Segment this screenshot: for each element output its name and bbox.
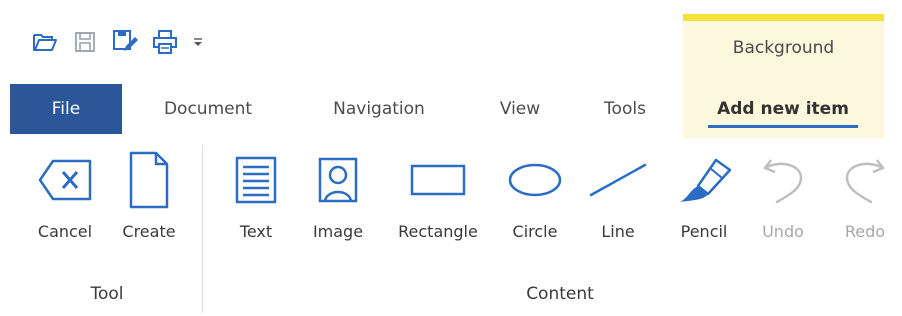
save-as-icon[interactable] bbox=[110, 27, 140, 57]
rectangle-icon bbox=[410, 150, 466, 210]
contextual-accent-bar bbox=[683, 14, 884, 21]
circle-label: Circle bbox=[512, 222, 558, 241]
save-icon[interactable] bbox=[70, 27, 100, 57]
new-document-icon bbox=[128, 150, 170, 210]
image-button[interactable]: Image bbox=[304, 150, 372, 250]
rectangle-label: Rectangle bbox=[398, 222, 478, 241]
create-button[interactable]: Create bbox=[114, 150, 184, 250]
tab-navigation[interactable]: Navigation bbox=[316, 84, 442, 134]
open-folder-icon[interactable] bbox=[30, 27, 60, 57]
tab-file[interactable]: File bbox=[10, 84, 122, 134]
circle-button[interactable]: Circle bbox=[502, 150, 568, 250]
tab-view[interactable]: View bbox=[488, 84, 552, 134]
group-label-tool: Tool bbox=[90, 284, 124, 304]
brush-icon bbox=[674, 150, 734, 210]
undo-label: Undo bbox=[762, 222, 804, 241]
image-icon bbox=[318, 150, 358, 210]
backspace-icon bbox=[37, 150, 93, 210]
pencil-button[interactable]: Pencil bbox=[664, 150, 744, 250]
active-tab-underline bbox=[708, 125, 858, 128]
tab-document[interactable]: Document bbox=[148, 84, 268, 134]
text-label: Text bbox=[239, 222, 273, 241]
line-label: Line bbox=[601, 222, 635, 241]
redo-button[interactable]: Redo bbox=[834, 150, 896, 250]
redo-icon bbox=[843, 150, 887, 210]
image-label: Image bbox=[312, 222, 364, 241]
tab-add-new-item[interactable]: Add new item bbox=[708, 84, 858, 134]
ribbon-tabs: File Document Navigation View Tools Add … bbox=[10, 84, 890, 134]
line-button[interactable]: Line bbox=[586, 150, 650, 250]
text-button[interactable]: Text bbox=[230, 150, 282, 250]
create-label: Create bbox=[122, 222, 176, 241]
undo-icon bbox=[761, 150, 805, 210]
contextual-group-title: Background bbox=[732, 38, 835, 58]
tab-add-new-item-label: Add new item bbox=[717, 99, 849, 119]
group-separator bbox=[202, 145, 203, 313]
redo-label: Redo bbox=[844, 222, 886, 241]
undo-button[interactable]: Undo bbox=[752, 150, 814, 250]
rectangle-button[interactable]: Rectangle bbox=[386, 150, 490, 250]
text-icon bbox=[235, 150, 277, 210]
ellipse-icon bbox=[507, 150, 563, 210]
cancel-label: Cancel bbox=[37, 222, 93, 241]
quick-access-toolbar bbox=[30, 24, 206, 60]
line-icon bbox=[588, 150, 648, 210]
customize-dropdown-icon[interactable] bbox=[190, 27, 206, 57]
tab-tools[interactable]: Tools bbox=[590, 84, 660, 134]
print-icon[interactable] bbox=[150, 27, 180, 57]
group-label-content: Content bbox=[526, 284, 594, 304]
pencil-label: Pencil bbox=[680, 222, 728, 241]
cancel-button[interactable]: Cancel bbox=[32, 150, 98, 250]
